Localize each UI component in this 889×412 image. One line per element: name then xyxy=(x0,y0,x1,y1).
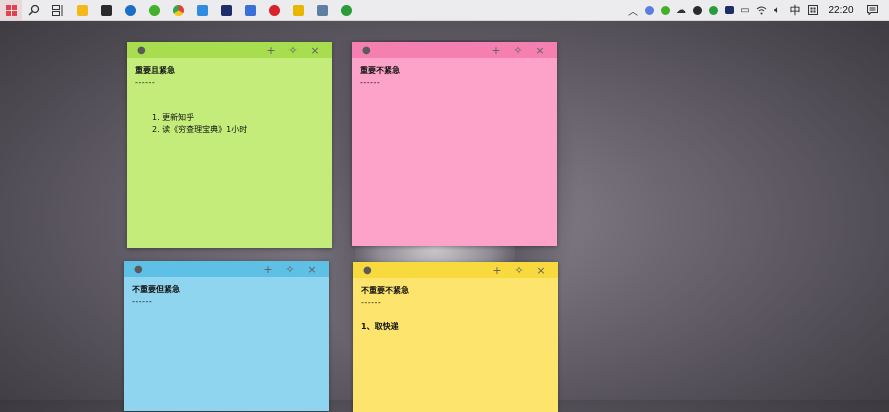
app-blue-icon xyxy=(196,4,208,16)
list-item: 1. 更新知乎 xyxy=(152,113,195,122)
pin-icon[interactable]: ✧ xyxy=(282,44,304,57)
note-separator: ------ xyxy=(361,298,382,307)
taskbar: ︿ ☁ ▭ 🔈︎ 中 22:20 xyxy=(0,0,889,21)
taskbar-app-navy[interactable] xyxy=(214,0,238,20)
menu-icon[interactable]: ● xyxy=(363,265,372,276)
windows-icon xyxy=(5,4,17,16)
pin-icon[interactable]: ✧ xyxy=(279,263,301,276)
store-icon xyxy=(100,4,112,16)
note-content[interactable]: 重要不紧急 ------ xyxy=(352,58,557,89)
music-tray-icon xyxy=(692,5,702,15)
app-tray-icon xyxy=(644,5,654,15)
menu-icon[interactable]: ● xyxy=(137,45,146,56)
tray-keyboard[interactable] xyxy=(805,0,821,20)
tray-app-1[interactable] xyxy=(641,0,657,20)
notification-icon xyxy=(866,5,878,15)
keyboard-icon xyxy=(808,5,818,15)
menu-icon[interactable]: ● xyxy=(362,45,371,56)
search-icon xyxy=(28,4,40,16)
show-hidden-icons-button[interactable]: ︿ xyxy=(625,0,641,20)
check-app-icon xyxy=(244,4,256,16)
chrome-icon xyxy=(172,4,184,16)
note-content[interactable]: 重要且紧急 ------ 1. 更新知乎 2. 读《穷查理宝典》1小时 xyxy=(127,58,332,136)
tray-monitor[interactable] xyxy=(721,0,737,20)
add-note-icon[interactable]: + xyxy=(486,264,508,277)
close-icon[interactable]: × xyxy=(530,264,552,277)
note-title: 不重要但紧急 xyxy=(132,285,180,294)
system-tray: ︿ ☁ ▭ 🔈︎ 中 22:20 xyxy=(625,0,889,20)
folder-icon xyxy=(76,4,88,16)
note-header[interactable]: ● + ✧ × xyxy=(127,42,332,58)
add-note-icon[interactable]: + xyxy=(260,44,282,57)
taskbar-app-green[interactable] xyxy=(334,0,358,20)
taskbar-left xyxy=(0,0,358,20)
cloud-icon: ☁ xyxy=(676,4,686,16)
search-button[interactable] xyxy=(22,0,46,20)
close-icon[interactable]: × xyxy=(529,44,551,57)
add-note-icon[interactable]: + xyxy=(257,263,279,276)
add-note-icon[interactable]: + xyxy=(485,44,507,57)
note-title: 重要不紧急 xyxy=(360,66,400,75)
start-button[interactable] xyxy=(0,0,22,20)
sticky-note-urgent-important[interactable]: ● + ✧ × 重要且紧急 ------ 1. 更新知乎 2. 读《穷查理宝典》… xyxy=(127,42,332,248)
note-title: 重要且紧急 xyxy=(135,66,175,75)
taskbar-app-netease-music[interactable] xyxy=(262,0,286,20)
note-separator: ------ xyxy=(132,297,153,306)
note-line: 1、取快递 xyxy=(361,322,399,331)
taskbar-app-blue[interactable] xyxy=(190,0,214,20)
monitor-icon xyxy=(724,6,734,14)
task-view-button[interactable] xyxy=(46,0,70,20)
note-list: 1. 更新知乎 2. 读《穷查理宝典》1小时 xyxy=(135,112,324,136)
sticky-note-urgent-not-important[interactable]: ● + ✧ × 不重要但紧急 ------ xyxy=(124,261,329,411)
wechat-icon xyxy=(148,4,160,16)
note-content[interactable]: 不重要不紧急 ------ 1、取快递 xyxy=(353,278,558,333)
tray-green[interactable] xyxy=(705,0,721,20)
sticky-note-not-urgent-not-important[interactable]: ● + ✧ × 不重要不紧急 ------ 1、取快递 xyxy=(353,262,558,412)
close-icon[interactable]: × xyxy=(304,44,326,57)
note-title: 不重要不紧急 xyxy=(361,286,409,295)
tray-wechat[interactable] xyxy=(657,0,673,20)
close-icon[interactable]: × xyxy=(301,263,323,276)
wechat-tray-icon xyxy=(660,5,670,15)
green-tray-icon xyxy=(708,5,718,15)
taskbar-app-file-explorer[interactable] xyxy=(70,0,94,20)
taskbar-app-check[interactable] xyxy=(238,0,262,20)
taskbar-app-store[interactable] xyxy=(94,0,118,20)
note-separator: ------ xyxy=(135,78,156,87)
tray-volume[interactable]: 🔈︎ xyxy=(769,0,785,20)
list-item: 2. 读《穷查理宝典》1小时 xyxy=(152,125,248,134)
app-green-icon xyxy=(340,4,352,16)
netease-music-icon xyxy=(268,4,280,16)
chevron-up-icon: ︿ xyxy=(628,6,638,18)
menu-icon[interactable]: ● xyxy=(134,264,143,275)
taskbar-app-chrome[interactable] xyxy=(166,0,190,20)
app-yellow-icon xyxy=(292,4,304,16)
action-center-button[interactable] xyxy=(861,0,883,20)
folder-icon: ▭ xyxy=(740,4,750,16)
note-content[interactable]: 不重要但紧急 ------ xyxy=(124,277,329,308)
pin-icon[interactable]: ✧ xyxy=(508,264,530,277)
taskbar-app-notes[interactable] xyxy=(310,0,334,20)
tray-cloud[interactable]: ☁ xyxy=(673,0,689,20)
note-header[interactable]: ● + ✧ × xyxy=(124,261,329,277)
ime-indicator[interactable]: 中 xyxy=(785,0,805,20)
note-header[interactable]: ● + ✧ × xyxy=(352,42,557,58)
browser-icon xyxy=(124,4,136,16)
tray-wifi[interactable] xyxy=(753,0,769,20)
pin-icon[interactable]: ✧ xyxy=(507,44,529,57)
wifi-icon xyxy=(756,6,766,14)
note-separator: ------ xyxy=(360,78,381,87)
volume-icon: 🔈︎ xyxy=(774,4,780,16)
taskbar-app-wechat[interactable] xyxy=(142,0,166,20)
tray-music[interactable] xyxy=(689,0,705,20)
note-header[interactable]: ● + ✧ × xyxy=(353,262,558,278)
sticky-note-important-not-urgent[interactable]: ● + ✧ × 重要不紧急 ------ xyxy=(352,42,557,246)
tray-folder[interactable]: ▭ xyxy=(737,0,753,20)
app-navy-icon xyxy=(220,4,232,16)
taskbar-app-browser[interactable] xyxy=(118,0,142,20)
task-view-icon xyxy=(52,4,63,16)
clock[interactable]: 22:20 xyxy=(821,0,861,20)
notes-icon xyxy=(316,4,328,16)
taskbar-app-yellow[interactable] xyxy=(286,0,310,20)
